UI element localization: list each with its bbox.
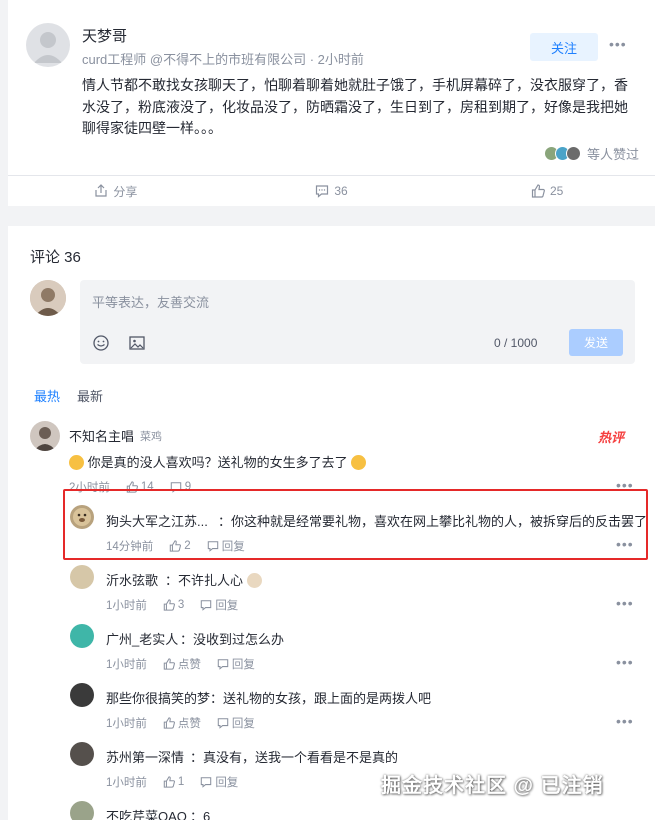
- author-meta: curd工程师 @不得不上的市班有限公司 · 2小时前: [82, 52, 364, 67]
- like-count: 25: [550, 184, 564, 198]
- reply-time: 1小时前: [106, 600, 147, 612]
- reply-text: ：没收到过怎么办: [180, 632, 285, 647]
- replier-avatar[interactable]: [70, 624, 94, 648]
- hot-comment-badge: 热评: [598, 430, 625, 445]
- image-upload-icon[interactable]: [128, 334, 146, 352]
- post-content: 情人节都不敢找女孩聊天了，怕聊着聊着她就肚子饿了，手机屏幕碎了，没衣服穿了，香水…: [82, 77, 628, 136]
- post-actions: 分享 36 25: [8, 176, 655, 206]
- liker-avatar: [565, 146, 581, 161]
- reply-button[interactable]: 回复: [217, 715, 255, 731]
- comment-icon: [201, 777, 212, 788]
- thumb-up-icon: [531, 184, 545, 198]
- post-card: 天梦哥 curd工程师 @不得不上的市班有限公司 · 2小时前 关注 ••• 情…: [8, 0, 655, 206]
- reply-meta: 1小时前 点赞 回复: [106, 715, 255, 731]
- replier-name[interactable]: 不吃芹菜OAO: [106, 806, 187, 820]
- reply-time: 1小时前: [106, 659, 147, 671]
- commenter-avatar[interactable]: [30, 421, 60, 451]
- like-button[interactable]: 3: [163, 599, 184, 611]
- comments-title: 评论 36: [30, 249, 81, 266]
- replier-avatar[interactable]: [70, 565, 94, 589]
- reply-time: 1小时前: [106, 718, 147, 730]
- char-counter: 0 / 1000: [494, 336, 538, 350]
- emoji-icon: [69, 455, 84, 470]
- current-user-avatar[interactable]: [30, 280, 66, 316]
- level-badge: 菜鸡: [140, 431, 162, 443]
- comment-icon: [201, 600, 212, 611]
- comment-icon: [217, 659, 229, 670]
- highlight-box: [63, 489, 648, 560]
- thumb-up-icon: [163, 599, 175, 611]
- comment-placeholder: 平等表达，友善交流: [92, 295, 210, 310]
- comment-icon: [217, 718, 229, 729]
- watermark: 掘金技术社区 @ 已注销: [381, 775, 604, 797]
- emoji-icon: [246, 573, 262, 588]
- like-button[interactable]: 点赞: [163, 656, 201, 672]
- send-button[interactable]: 发送: [569, 329, 623, 356]
- author-avatar[interactable]: [26, 23, 70, 67]
- thumb-up-icon: [163, 717, 175, 729]
- reply-button[interactable]: 回复: [200, 774, 238, 790]
- more-options-icon[interactable]: •••: [616, 654, 634, 670]
- commenter-name[interactable]: 不知名主唱: [69, 426, 134, 445]
- reply-text: ：送礼物的女孩，跟上面的是两拨人吧: [210, 691, 432, 706]
- author-name[interactable]: 天梦哥: [82, 25, 127, 46]
- thumb-up-icon: [163, 658, 175, 670]
- share-icon: [95, 184, 107, 197]
- like-button[interactable]: 1: [163, 776, 184, 788]
- comments-card: 评论 36 平等表达，友善交流 0 / 1000 发送 最热 最新 不知名主唱 …: [8, 226, 655, 820]
- reply-text: ：不许扎人心: [165, 570, 262, 589]
- comment-icon: [316, 185, 329, 198]
- more-options-icon[interactable]: •••: [616, 595, 634, 611]
- share-button[interactable]: 分享: [8, 176, 224, 206]
- like-button[interactable]: 25: [439, 176, 655, 206]
- follow-button[interactable]: 关注: [530, 33, 598, 61]
- replier-name[interactable]: 那些你很搞笑的梦: [106, 688, 210, 707]
- more-options-icon[interactable]: •••: [609, 36, 627, 52]
- likers-text: 等人赞过: [586, 147, 639, 162]
- like-button[interactable]: 点赞: [163, 715, 201, 731]
- reply-button[interactable]: 回复: [200, 597, 238, 613]
- comment-editor[interactable]: 平等表达，友善交流 0 / 1000 发送: [80, 280, 635, 364]
- share-label: 分享: [113, 184, 138, 199]
- more-options-icon[interactable]: •••: [616, 713, 634, 729]
- sort-hot-tab[interactable]: 最热: [34, 386, 60, 405]
- comment-count: 36: [334, 184, 348, 198]
- thumb-up-icon: [163, 776, 175, 788]
- reply-meta: 1小时前 1 回复: [106, 774, 238, 790]
- reply-time: 1小时前: [106, 777, 147, 789]
- replier-avatar[interactable]: [70, 801, 94, 820]
- comment-text: 你是真的没人喜欢吗？送礼物的女生多了去了: [69, 452, 367, 471]
- reply-meta: 1小时前 点赞 回复: [106, 656, 255, 672]
- emoji-icon[interactable]: [92, 334, 110, 352]
- likers-row[interactable]: 等人赞过: [543, 144, 639, 163]
- sort-new-tab[interactable]: 最新: [77, 386, 103, 405]
- reply-text: ：6: [190, 809, 211, 820]
- replier-avatar[interactable]: [70, 742, 94, 766]
- replier-name[interactable]: 广州_老实人: [106, 629, 178, 648]
- replier-avatar[interactable]: [70, 683, 94, 707]
- reply-meta: 1小时前 3 回复: [106, 597, 238, 613]
- comment-button[interactable]: 36: [224, 176, 440, 206]
- replier-name[interactable]: 沂水弦歌: [106, 570, 158, 589]
- reply-text: ：真没有，送我一个看看是不是真的: [190, 750, 399, 765]
- replier-name[interactable]: 苏州第一深情: [106, 747, 184, 766]
- reply-button[interactable]: 回复: [217, 656, 255, 672]
- emoji-icon: [351, 455, 367, 470]
